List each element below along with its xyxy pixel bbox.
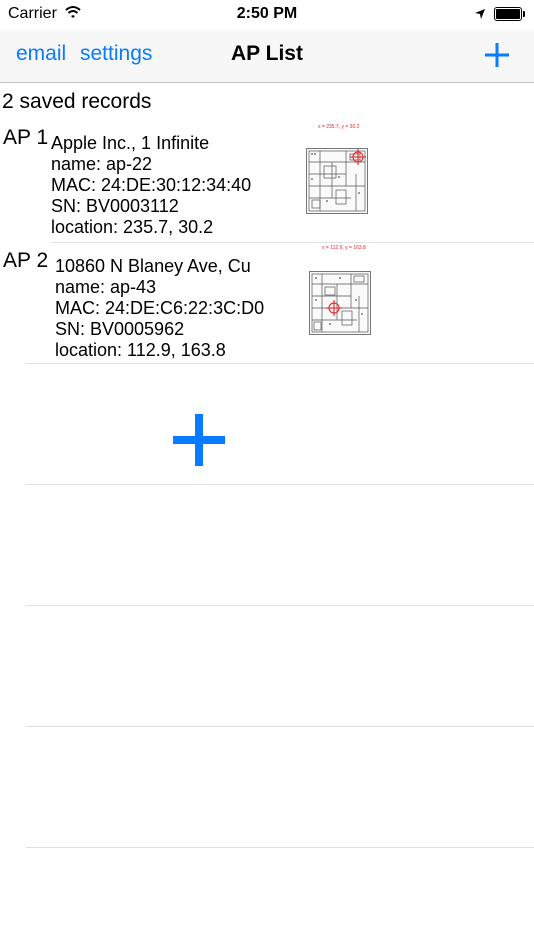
record-address: 10860 N Blaney Ave, Cu xyxy=(55,256,251,276)
row-divider xyxy=(26,847,534,848)
record-mac: MAC: 24:DE:30:12:34:40 xyxy=(51,175,252,195)
plus-icon xyxy=(485,43,509,67)
record-mac: MAC: 24:DE:C6:22:3C:D0 xyxy=(55,298,265,318)
record-sn: SN: BV0005962 xyxy=(55,319,185,339)
floor-plan-thumbnail[interactable] xyxy=(309,271,371,335)
floor-plan-thumbnail[interactable] xyxy=(306,148,368,214)
map-caption: x = 112.9, y = 163.8 xyxy=(322,245,366,251)
navigation-bar: email settings AP List xyxy=(0,30,534,83)
battery-icon xyxy=(494,7,525,21)
status-bar: Carrier 2:50 PM xyxy=(0,0,534,30)
page-title: AP List xyxy=(231,42,303,65)
status-time: 2:50 PM xyxy=(236,5,298,22)
add-button[interactable] xyxy=(481,39,513,71)
add-record-button[interactable] xyxy=(173,414,225,466)
record-name: name: ap-43 xyxy=(55,277,157,297)
plus-icon xyxy=(173,414,225,466)
list-item[interactable]: AP 1 Apple Inc., 1 Infinite name: ap-22 … xyxy=(0,120,534,242)
list-item[interactable]: AP 2 10860 N Blaney Ave, Cu name: ap-43 … xyxy=(0,243,534,363)
record-location: location: 235.7, 30.2 xyxy=(51,217,214,237)
add-record-row[interactable] xyxy=(0,364,534,484)
row-divider xyxy=(26,605,534,606)
records-count: 2 saved records xyxy=(2,90,152,113)
record-label: AP 1 xyxy=(3,126,49,149)
record-name: name: ap-22 xyxy=(51,154,153,174)
record-location: location: 112.9, 163.8 xyxy=(55,340,226,360)
row-divider xyxy=(26,726,534,727)
row-divider xyxy=(26,484,534,485)
record-label: AP 2 xyxy=(3,249,49,272)
location-arrow-icon xyxy=(474,7,486,25)
map-caption: x = 235.7, y = 30.2 xyxy=(318,124,360,130)
record-address: Apple Inc., 1 Infinite xyxy=(51,133,210,153)
record-sn: SN: BV0003112 xyxy=(51,196,179,216)
